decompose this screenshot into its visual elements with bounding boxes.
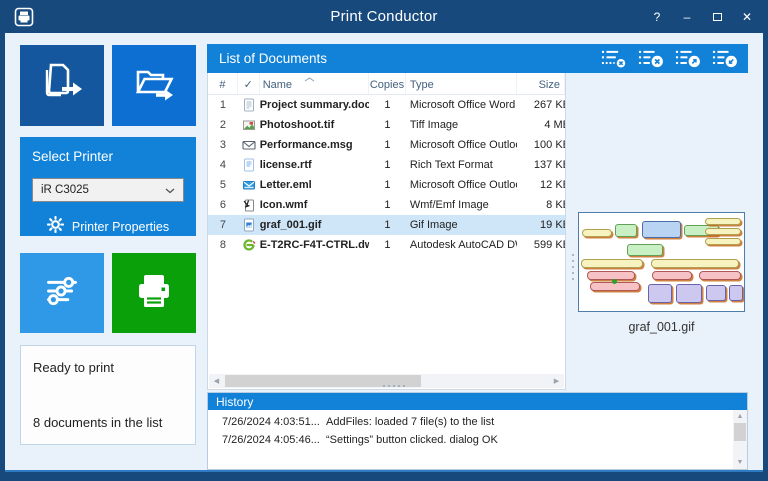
document-rows: 1 Project summary.docx 1 Microsoft Offic… — [208, 95, 565, 255]
preview-thumbnail — [578, 212, 745, 312]
email-icon — [238, 138, 260, 152]
maximize-icon — [713, 13, 722, 21]
history-scrollbar[interactable]: ▲ ▼ — [733, 410, 747, 469]
table-row[interactable]: 4 license.rtf 1 Rich Text Format 137 KB — [208, 155, 565, 175]
select-printer-panel: Select Printer iR C3025 Printer Properti… — [20, 137, 196, 236]
table-row[interactable]: 8 E-T2RC-F4T-CTRL.dwg 1 Autodesk AutoCAD… — [208, 235, 565, 255]
table-row[interactable]: 6 Icon.wmf 1 Wmf/Emf Image 8 KB — [208, 195, 565, 215]
history-entries: 7/26/2024 4:03:51... AddFiles: loaded 7 … — [208, 410, 747, 446]
table-row[interactable]: 2 Photoshoot.tif 1 Tiff Image 4 MB — [208, 115, 565, 135]
dwg-cad-icon — [238, 238, 260, 252]
printer-properties-label: Printer Properties — [72, 220, 169, 234]
rtf-doc-icon — [238, 158, 260, 172]
column-header-num[interactable]: # — [208, 73, 238, 94]
close-button[interactable]: ✕ — [740, 10, 754, 24]
content-area: Select Printer iR C3025 Printer Properti… — [5, 33, 763, 472]
open-list-icon[interactable] — [712, 49, 738, 68]
settings-button[interactable] — [20, 253, 104, 333]
history-entry: 7/26/2024 4:05:46... “Settings” button c… — [208, 428, 747, 446]
table-row[interactable]: 1 Project summary.docx 1 Microsoft Offic… — [208, 95, 565, 115]
column-header-type[interactable]: Type — [406, 73, 517, 94]
history-scroll-thumb[interactable] — [734, 423, 746, 441]
status-count-text: 8 documents in the list — [33, 415, 162, 430]
column-header-size[interactable]: Size — [517, 73, 565, 94]
clear-list-icon[interactable] — [638, 49, 664, 68]
scroll-right-icon[interactable]: ▶ — [549, 377, 564, 385]
table-row[interactable]: 7 graf_001.gif 1 Gif Image 19 KB — [208, 215, 565, 235]
preview-caption: graf_001.gif — [578, 320, 745, 334]
list-toolbar — [601, 49, 738, 68]
table-row[interactable]: 5 Letter.eml 1 Microsoft Office Outlook.… — [208, 175, 565, 195]
eml-envelope-icon — [238, 178, 260, 192]
minimize-button[interactable]: – — [680, 10, 694, 24]
maximize-button[interactable] — [710, 10, 724, 24]
add-folder-button[interactable] — [112, 45, 196, 126]
save-list-icon[interactable] — [675, 49, 701, 68]
print-conductor-window: Print Conductor ? – ✕ Select Printer iR … — [0, 0, 768, 481]
status-box: Ready to print 8 documents in the list — [20, 345, 196, 445]
history-panel: History 7/26/2024 4:03:51... AddFiles: l… — [207, 392, 748, 470]
table-row[interactable]: 3 Performance.msg 1 Microsoft Office Out… — [208, 135, 565, 155]
history-title: History — [216, 395, 253, 409]
add-folder-icon — [130, 59, 178, 112]
scroll-down-icon[interactable]: ▼ — [737, 456, 744, 469]
help-button[interactable]: ? — [650, 10, 664, 24]
printer-properties-link[interactable]: Printer Properties — [32, 216, 184, 238]
scroll-up-icon[interactable]: ▲ — [737, 410, 744, 423]
printer-icon — [130, 267, 178, 320]
history-entry: 7/26/2024 4:03:51... AddFiles: loaded 7 … — [208, 410, 747, 428]
history-body: 7/26/2024 4:03:51... AddFiles: loaded 7 … — [208, 410, 747, 469]
print-button[interactable] — [112, 253, 196, 333]
column-header-copies[interactable]: Copies — [369, 73, 406, 94]
wmf-image-icon — [238, 198, 260, 212]
titlebar[interactable]: Print Conductor ? – ✕ — [0, 0, 768, 33]
vertical-splitter[interactable] — [571, 254, 575, 314]
word-doc-icon — [238, 98, 260, 112]
purge-list-icon[interactable] — [601, 49, 627, 68]
horizontal-splitter[interactable] — [374, 384, 414, 388]
history-header: History — [208, 393, 747, 410]
printer-select-value: iR C3025 — [41, 184, 165, 196]
scroll-left-icon[interactable]: ◀ — [209, 377, 224, 385]
list-of-documents-bar: List of Documents — [207, 44, 748, 73]
list-column-headers: # ✓ Name Copies Type Size — [208, 73, 565, 95]
chevron-down-icon — [165, 181, 175, 199]
gif-image-icon — [238, 218, 260, 232]
sort-chevron-icon — [304, 73, 315, 78]
add-files-icon — [38, 59, 86, 112]
select-printer-heading: Select Printer — [32, 149, 184, 164]
status-ready-text: Ready to print — [33, 360, 183, 375]
tiff-image-icon — [238, 118, 260, 132]
list-of-documents-title: List of Documents — [219, 51, 327, 66]
column-header-check[interactable]: ✓ — [238, 73, 260, 94]
printer-select[interactable]: iR C3025 — [32, 178, 184, 202]
document-list: # ✓ Name Copies Type Size 1 Project summ… — [207, 73, 566, 390]
sliders-icon — [39, 268, 85, 319]
gear-icon — [47, 216, 64, 238]
add-files-button[interactable] — [20, 45, 104, 126]
